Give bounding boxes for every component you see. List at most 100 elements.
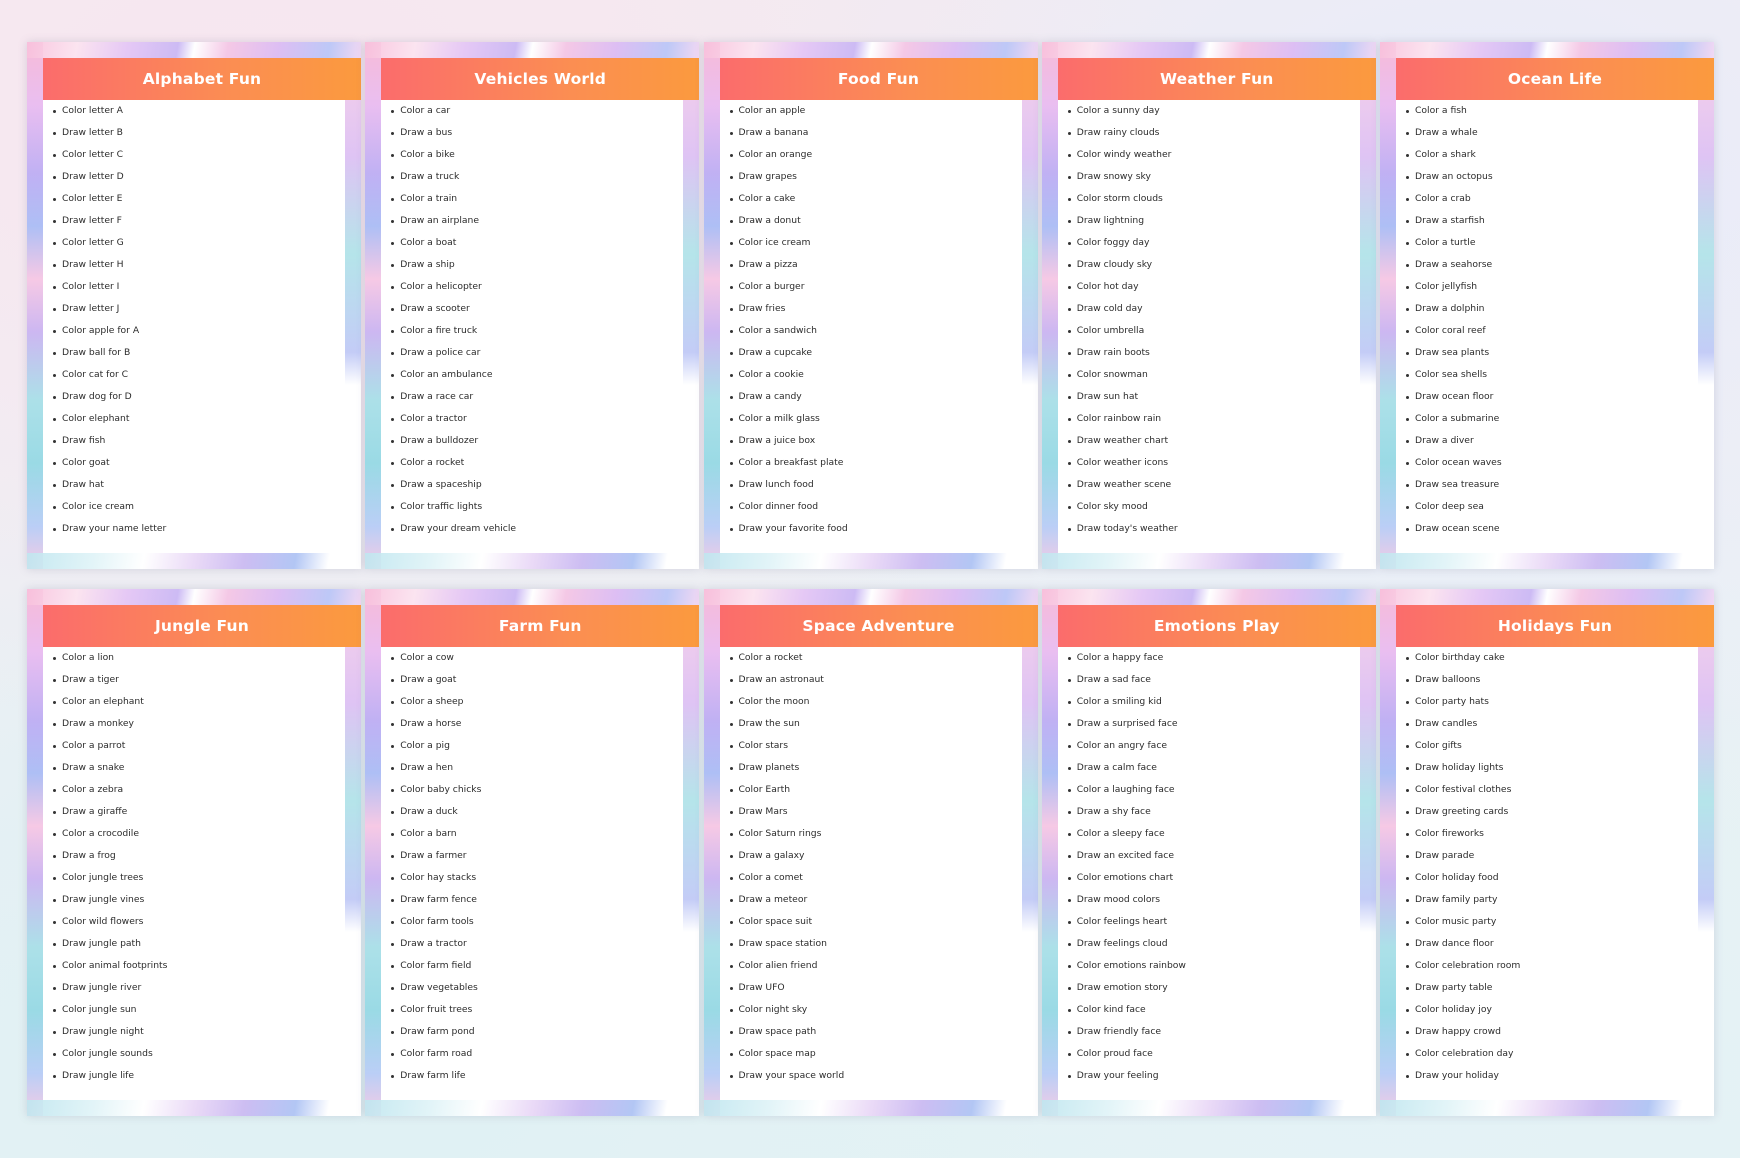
list-item: Color holiday joy — [1396, 999, 1696, 1021]
list-item: Color letter I — [43, 276, 343, 298]
list-item: Color an ambulance — [381, 364, 681, 386]
list-item: Draw your dream vehicle — [381, 518, 681, 540]
list-item: Color feelings heart — [1058, 911, 1358, 933]
decorative-ribbon-bottom — [1380, 1100, 1714, 1116]
decorative-ribbon-right — [1359, 58, 1376, 385]
list-item: Color emotions chart — [1058, 867, 1358, 889]
list-item: Color a lion — [43, 647, 343, 669]
decorative-ribbon-right — [1021, 605, 1038, 932]
list-item: Color an elephant — [43, 691, 343, 713]
list-item: Color a barn — [381, 823, 681, 845]
list-item: Color ice cream — [43, 496, 343, 518]
decorative-ribbon-top — [365, 42, 700, 58]
list-item: Draw a goat — [381, 669, 681, 691]
list-item: Draw parade — [1396, 845, 1696, 867]
list-item: Color holiday food — [1396, 867, 1696, 889]
decorative-ribbon-top — [703, 42, 1038, 58]
list-item: Draw a scooter — [381, 298, 681, 320]
page-title: Holidays Fun — [1497, 617, 1613, 635]
decorative-ribbon-bottom — [365, 553, 700, 569]
list-item: Draw fish — [43, 430, 343, 452]
activity-list: Color a fish Draw a whale Color a shark Dra… — [1396, 100, 1696, 550]
list-item: Draw ocean scene — [1396, 518, 1696, 540]
page-title: Weather Fun — [1159, 70, 1274, 88]
list-item: Color music party — [1396, 911, 1696, 933]
list-item: Color a burger — [720, 276, 1020, 298]
list-item: Draw sea treasure — [1396, 474, 1696, 496]
page-header: Holidays Fun — [1396, 605, 1714, 647]
list-item: Draw a whale — [1396, 122, 1696, 144]
list-item: Draw a frog — [43, 845, 343, 867]
list-item: Draw lunch food — [720, 474, 1020, 496]
list-item: Color a parrot — [43, 735, 343, 757]
list-item: Draw greeting cards — [1396, 801, 1696, 823]
list-item: Draw balloons — [1396, 669, 1696, 691]
list-item: Color emotions rainbow — [1058, 955, 1358, 977]
list-item: Color a helicopter — [381, 276, 681, 298]
list-item: Draw a horse — [381, 713, 681, 735]
list-item: Draw jungle path — [43, 933, 343, 955]
list-item: Color stars — [720, 735, 1020, 757]
page-title: Food Fun — [837, 70, 920, 88]
list-item: Color Saturn rings — [720, 823, 1020, 845]
list-item: Draw a monkey — [43, 713, 343, 735]
decorative-ribbon-left — [703, 42, 720, 569]
decorative-ribbon-top — [27, 589, 361, 605]
worksheet-page: Space Adventure Color a rocket Draw an ast… — [703, 589, 1038, 1116]
list-item: Color space map — [720, 1043, 1020, 1065]
page-header: Vehicles World — [381, 58, 700, 100]
decorative-ribbon-right — [345, 58, 361, 385]
list-item: Color a zebra — [43, 779, 343, 801]
list-item: Draw dance floor — [1396, 933, 1696, 955]
list-item: Color a sandwich — [720, 320, 1020, 342]
list-item: Color festival clothes — [1396, 779, 1696, 801]
list-item: Draw jungle life — [43, 1065, 343, 1087]
page-title: Emotions Play — [1153, 617, 1280, 635]
list-item: Color fruit trees — [381, 999, 681, 1021]
list-item: Color Earth — [720, 779, 1020, 801]
decorative-ribbon-right — [1359, 605, 1376, 932]
list-item: Draw candles — [1396, 713, 1696, 735]
list-item: Draw emotion story — [1058, 977, 1358, 999]
decorative-ribbon-top — [365, 589, 700, 605]
list-item: Color a bike — [381, 144, 681, 166]
list-item: Color letter E — [43, 188, 343, 210]
list-item: Draw space station — [720, 933, 1020, 955]
list-item: Draw dog for D — [43, 386, 343, 408]
list-item: Color farm field — [381, 955, 681, 977]
list-item: Color jungle trees — [43, 867, 343, 889]
decorative-ribbon-left — [1380, 589, 1396, 1116]
page-title: Farm Fun — [498, 617, 582, 635]
list-item: Color hay stacks — [381, 867, 681, 889]
list-item: Color a smiling kid — [1058, 691, 1358, 713]
list-item: Draw party table — [1396, 977, 1696, 999]
list-item: Color gifts — [1396, 735, 1696, 757]
list-item: Draw a banana — [720, 122, 1020, 144]
list-item: Draw your favorite food — [720, 518, 1020, 540]
decorative-ribbon-top — [1380, 42, 1714, 58]
list-item: Color farm road — [381, 1043, 681, 1065]
list-item: Color a laughing face — [1058, 779, 1358, 801]
activity-list: Color a happy face Draw a sad face Color a… — [1057, 647, 1358, 1097]
list-item: Color foggy day — [1058, 232, 1358, 254]
worksheet-page: Jungle Fun Color a lion Draw a tiger Color … — [27, 589, 361, 1116]
list-item: Draw a duck — [381, 801, 681, 823]
list-item: Color the moon — [720, 691, 1020, 713]
list-item: Color jungle sun — [43, 999, 343, 1021]
list-item: Color cat for C — [43, 364, 343, 386]
list-item: Draw a calm face — [1058, 757, 1358, 779]
list-item: Color fireworks — [1396, 823, 1696, 845]
page-title: Jungle Fun — [154, 617, 250, 635]
activity-list: Color birthday cake Draw balloons Color pa… — [1396, 647, 1696, 1097]
list-item: Color hot day — [1058, 276, 1358, 298]
list-item: Draw a pizza — [720, 254, 1020, 276]
list-item: Draw a shy face — [1058, 801, 1358, 823]
page-title: Space Adventure — [802, 617, 955, 635]
list-item: Draw today's weather — [1058, 518, 1358, 540]
list-item: Draw hat — [43, 474, 343, 496]
list-item: Draw Mars — [720, 801, 1020, 823]
list-item: Color party hats — [1396, 691, 1696, 713]
worksheet-page: Food Fun Color an apple Draw a banana Color… — [703, 42, 1038, 569]
list-item: Color wild flowers — [43, 911, 343, 933]
list-item: Color letter C — [43, 144, 343, 166]
